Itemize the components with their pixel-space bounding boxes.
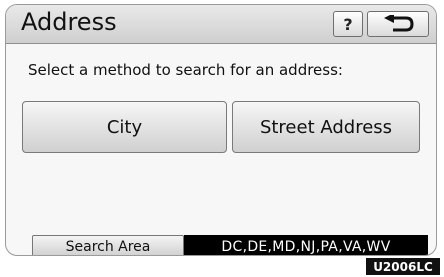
city-button[interactable]: City (22, 101, 227, 153)
figure-code-label: U2006LC (366, 258, 440, 275)
page-title: Address (21, 8, 117, 36)
search-area-button[interactable]: Search Area (32, 235, 184, 255)
header-bar: Address ? (6, 5, 436, 44)
address-screen: Address ? Select a method to search for … (5, 4, 437, 256)
search-method-prompt: Select a method to search for an address… (28, 61, 343, 79)
street-address-button[interactable]: Street Address (232, 101, 420, 153)
help-button[interactable]: ? (333, 11, 363, 37)
back-button[interactable] (367, 11, 429, 37)
search-area-value: DC,DE,MD,NJ,PA,VA,WV (184, 235, 428, 255)
return-arrow-icon (384, 15, 414, 32)
